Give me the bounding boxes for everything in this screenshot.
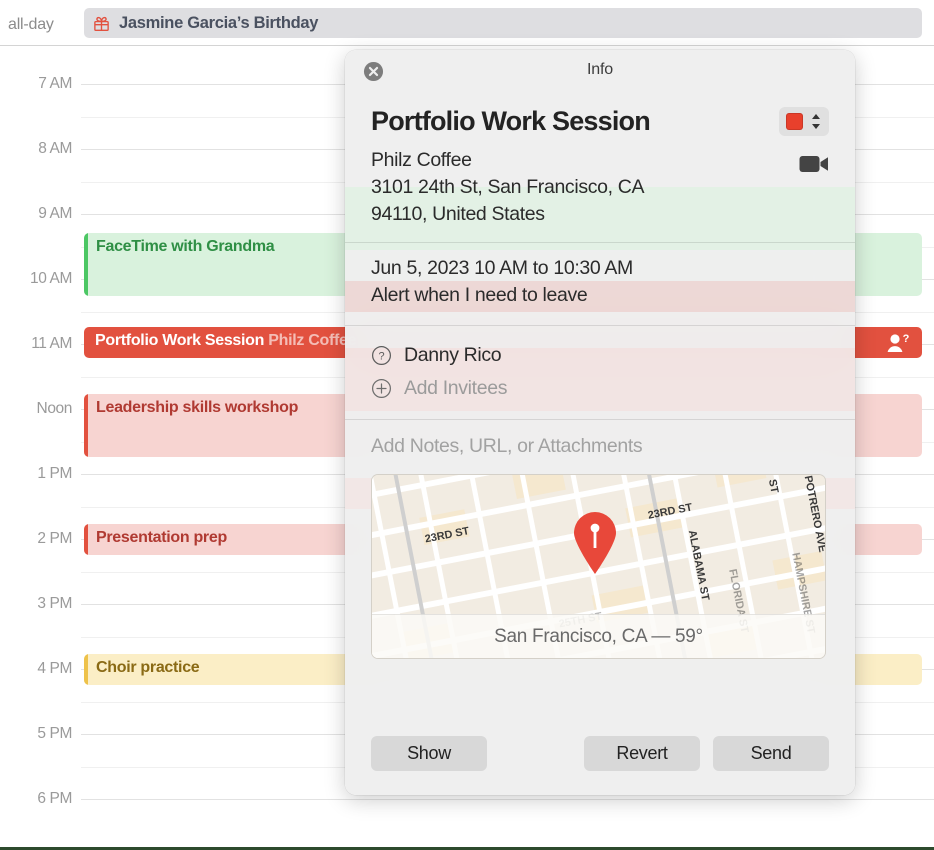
- event-title: Portfolio Work Session Philz Coffee: [95, 332, 357, 349]
- location-text[interactable]: Philz Coffee 3101 24th St, San Francisco…: [371, 147, 644, 228]
- invitee-row[interactable]: ? Danny Rico: [371, 339, 829, 372]
- color-swatch: [786, 113, 803, 130]
- popover-invitees-section: ? Danny Rico Add Invitees: [345, 325, 855, 419]
- revert-button[interactable]: Revert: [584, 736, 700, 771]
- event-title: Presentation prep: [96, 529, 227, 546]
- gift-icon: [94, 16, 109, 31]
- event-title-row: Portfolio Work Session: [371, 94, 829, 137]
- popover-summary-section: Portfolio Work Session Philz Coffee 3101…: [345, 94, 855, 242]
- person-question-icon: ?: [887, 333, 910, 352]
- show-button[interactable]: Show: [371, 736, 487, 771]
- calendar-color-picker[interactable]: [779, 107, 829, 136]
- hour-label: 1 PM: [37, 465, 72, 482]
- hour-label: 8 AM: [38, 140, 72, 157]
- hour-label: 10 AM: [30, 270, 72, 287]
- event-color-bar: [84, 233, 88, 296]
- event-title: FaceTime with Grandma: [96, 238, 275, 255]
- hour-label: 5 PM: [37, 725, 72, 742]
- hour-label: 4 PM: [37, 660, 72, 677]
- event-title[interactable]: Portfolio Work Session: [371, 106, 651, 137]
- event-alert[interactable]: Alert when I need to leave: [371, 282, 829, 310]
- all-day-row: all-day Jasmine Garcia’s Birthday: [0, 0, 934, 46]
- location-row: Philz Coffee 3101 24th St, San Francisco…: [371, 137, 829, 242]
- invitee-name: Danny Rico: [404, 344, 502, 367]
- hour-label: 7 AM: [38, 75, 72, 92]
- location-address-line2: 94110, United States: [371, 202, 545, 225]
- location-map[interactable]: 23RD ST23RD ST25TH STALABAMA STFLORIDA S…: [371, 474, 826, 660]
- calendar-day-view: all-day Jasmine Garcia’s Birthday 7 AM 8 …: [0, 0, 934, 850]
- hour-gridline: [81, 799, 934, 800]
- hour-label: 2 PM: [37, 530, 72, 547]
- all-day-label: all-day: [8, 16, 54, 33]
- map-footer-label: San Francisco, CA — 59°: [372, 614, 825, 659]
- hour-label: 6 PM: [37, 790, 72, 807]
- location-name: Philz Coffee: [371, 149, 472, 171]
- video-camera-icon[interactable]: [799, 153, 829, 175]
- popover-header: Info: [345, 50, 855, 94]
- divider: [345, 325, 855, 327]
- event-info-popover: Info Portfolio Work Session Philz Coffee…: [345, 50, 855, 795]
- divider: [345, 241, 855, 243]
- chevron-up-down-icon: [812, 114, 820, 129]
- popover-button-row: Show Revert Send: [345, 736, 855, 771]
- svg-text:?: ?: [903, 333, 910, 345]
- hour-label: 3 PM: [37, 595, 72, 612]
- event-color-bar: [84, 524, 88, 555]
- popover-title: Info: [587, 61, 613, 78]
- event-location: Philz Coffee: [264, 332, 357, 349]
- send-button[interactable]: Send: [713, 736, 829, 771]
- location-address-line1: 3101 24th St, San Francisco, CA: [371, 175, 645, 198]
- hour-label: 11 AM: [31, 335, 72, 352]
- hour-label: 9 AM: [38, 205, 72, 222]
- all-day-event-title: Jasmine Garcia’s Birthday: [119, 13, 319, 32]
- event-color-bar: [84, 654, 88, 685]
- add-invitees-row[interactable]: Add Invitees: [371, 372, 829, 405]
- event-datetime[interactable]: Jun 5, 2023 10 AM to 10:30 AM: [371, 255, 829, 283]
- hour-label: Noon: [36, 400, 73, 417]
- svg-text:?: ?: [378, 351, 384, 363]
- add-invitees-label: Add Invitees: [404, 377, 508, 400]
- divider: [345, 419, 855, 421]
- plus-circle-icon: [372, 379, 391, 399]
- event-title: Choir practice: [96, 659, 200, 676]
- map-pin-icon: [574, 512, 616, 575]
- event-title: Leadership skills workshop: [96, 399, 299, 416]
- popover-when-section: Jun 5, 2023 10 AM to 10:30 AM Alert when…: [345, 241, 855, 325]
- event-color-bar: [84, 394, 88, 457]
- question-circle-icon: ?: [372, 346, 391, 366]
- notes-input[interactable]: Add Notes, URL, or Attachments: [371, 435, 829, 458]
- all-day-event-birthday[interactable]: Jasmine Garcia’s Birthday: [84, 8, 922, 38]
- popover-notes-section: Add Notes, URL, or Attachments: [345, 419, 855, 458]
